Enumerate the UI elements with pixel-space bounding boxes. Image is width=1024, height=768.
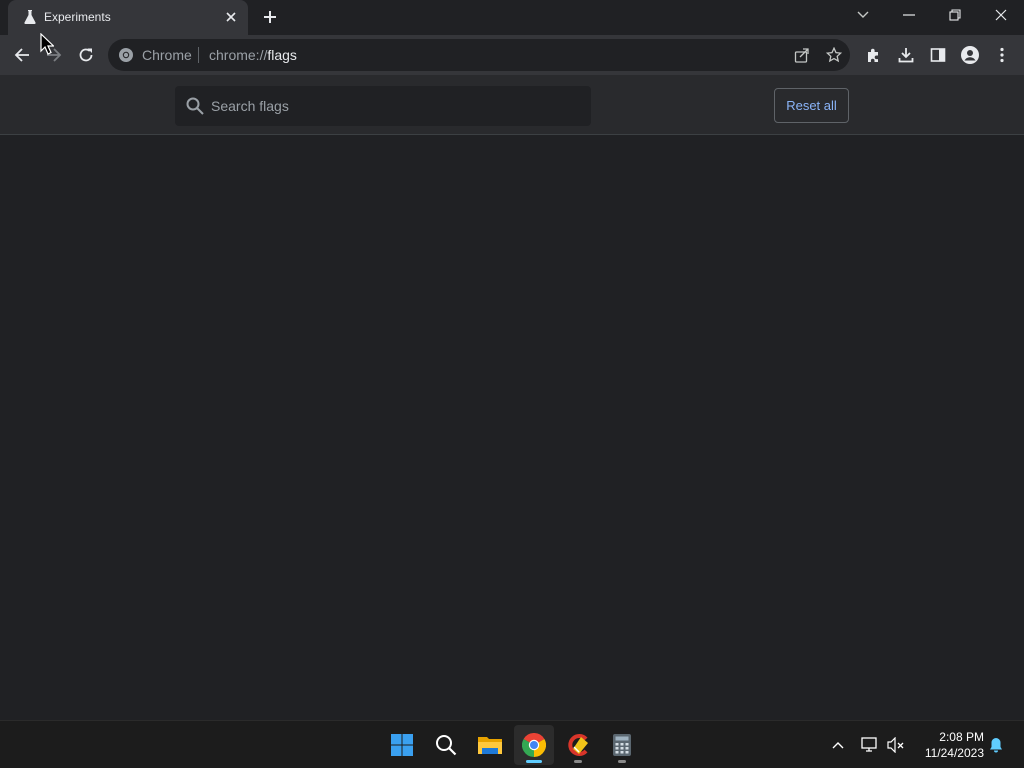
network-icon (861, 737, 877, 752)
flask-icon (24, 10, 36, 24)
ccleaner-icon (568, 734, 588, 756)
file-explorer-icon (478, 737, 502, 754)
extensions-button[interactable] (862, 43, 886, 67)
windows-taskbar: 2:08 PM 11/24/2023 (0, 720, 1024, 768)
tab-strip: Experiments (0, 0, 1024, 35)
chrome-icon (522, 733, 546, 757)
search-flags-box[interactable] (175, 86, 591, 126)
file-explorer-button[interactable] (470, 725, 510, 765)
running-indicator (618, 760, 626, 763)
browser-toolbar: Chrome chrome://flags (0, 35, 1024, 75)
url-text[interactable]: chrome://flags (209, 47, 297, 63)
start-icon (391, 734, 413, 756)
url-scheme: chrome:// (209, 47, 268, 63)
back-button[interactable] (10, 43, 34, 67)
search-icon (186, 97, 204, 115)
clock-time: 2:08 PM (939, 730, 984, 744)
flags-header: Reset all (0, 75, 1024, 135)
tray-overflow-button[interactable] (828, 735, 848, 755)
tab-experiments[interactable]: Experiments (8, 0, 248, 35)
share-icon[interactable] (794, 47, 810, 63)
kebab-menu-icon (1000, 47, 1004, 63)
running-indicator (526, 760, 542, 763)
volume-muted-icon (887, 737, 904, 753)
avatar-icon (961, 46, 979, 64)
restore-icon (949, 9, 961, 21)
side-panel-button[interactable] (926, 43, 950, 67)
chrome-site-icon (119, 48, 133, 62)
url-host: flags (267, 47, 297, 63)
taskbar-search-button[interactable] (426, 725, 466, 765)
mouse-cursor-icon (40, 33, 54, 55)
profile-button[interactable] (958, 43, 982, 67)
close-tab-icon[interactable] (223, 9, 239, 25)
reset-all-button[interactable]: Reset all (774, 88, 849, 123)
start-button[interactable] (382, 725, 422, 765)
close-icon (995, 9, 1007, 21)
flags-content-area (0, 136, 1024, 720)
omnibox-separator (198, 47, 199, 63)
search-flags-input[interactable] (211, 86, 581, 126)
site-chip: Chrome (142, 47, 192, 63)
download-icon (898, 48, 914, 63)
chrome-taskbar-button[interactable] (514, 725, 554, 765)
clock[interactable]: 2:08 PM 11/24/2023 (912, 729, 984, 761)
chevron-down-icon (857, 11, 869, 18)
close-window-button[interactable] (987, 4, 1015, 26)
tab-search-button[interactable] (849, 4, 877, 26)
plus-icon (264, 11, 276, 23)
arrow-left-icon (14, 48, 29, 62)
bookmark-star-icon[interactable] (826, 47, 842, 63)
minimize-icon (903, 14, 915, 16)
reload-button[interactable] (74, 43, 98, 67)
chevron-up-icon (832, 742, 844, 749)
calculator-icon (613, 734, 631, 756)
restore-button[interactable] (941, 4, 969, 26)
search-icon (436, 735, 457, 756)
tab-title: Experiments (44, 10, 111, 24)
bell-icon (990, 738, 1002, 753)
calculator-button[interactable] (602, 725, 642, 765)
downloads-button[interactable] (894, 43, 918, 67)
minimize-button[interactable] (895, 4, 923, 26)
menu-button[interactable] (990, 43, 1014, 67)
clock-date: 11/24/2023 (924, 746, 984, 760)
network-status[interactable] (860, 735, 880, 755)
notifications-button[interactable] (986, 735, 1006, 755)
volume-status[interactable] (886, 735, 906, 755)
running-indicator (574, 760, 582, 763)
puzzle-icon (868, 48, 878, 62)
new-tab-button[interactable] (258, 6, 282, 28)
reload-icon (79, 48, 93, 62)
side-panel-icon (930, 48, 946, 62)
address-bar[interactable]: Chrome chrome://flags (108, 39, 850, 71)
ccleaner-button[interactable] (558, 725, 598, 765)
